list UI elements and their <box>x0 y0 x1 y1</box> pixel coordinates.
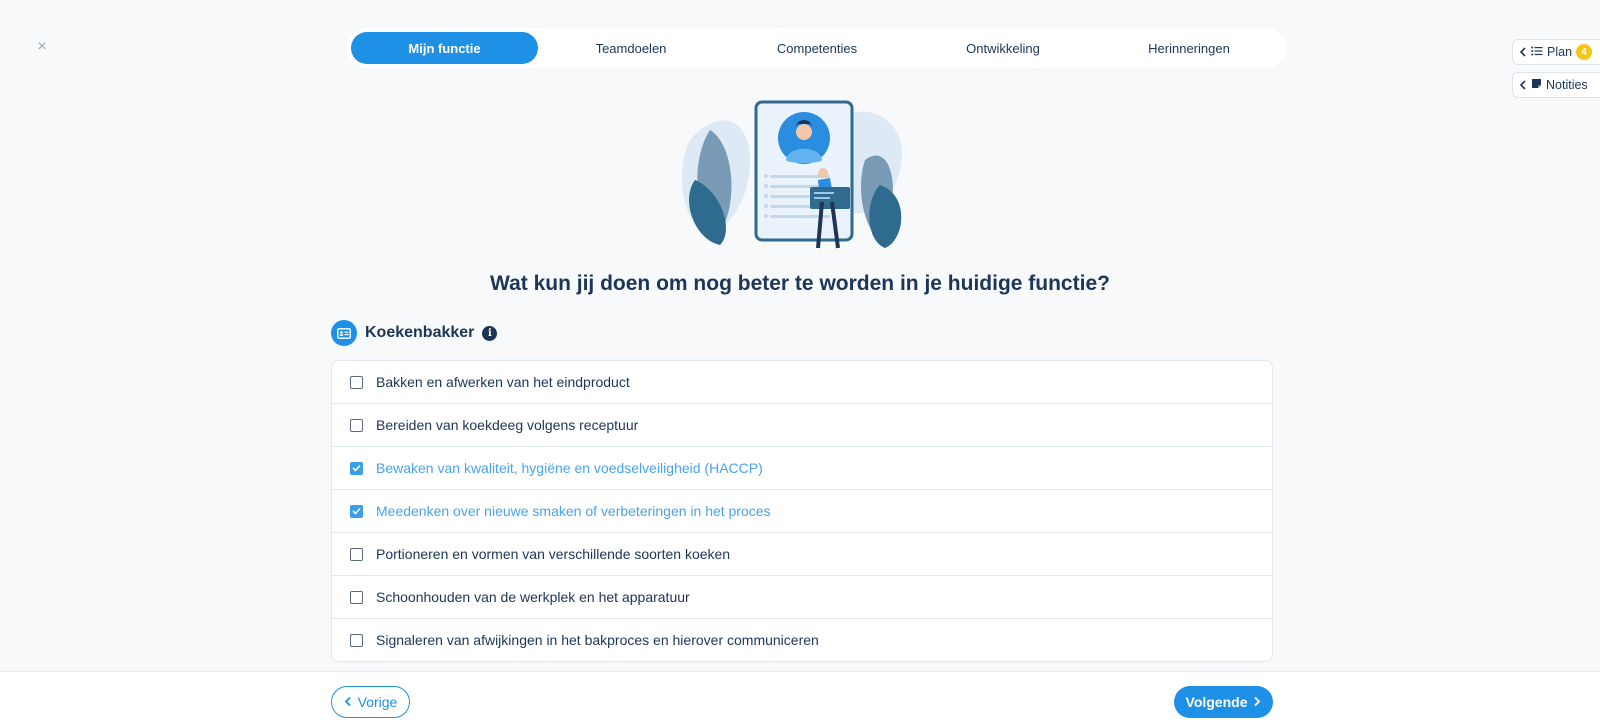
step-tabs: Mijn functie Teamdoelen Competenties Ont… <box>347 28 1286 68</box>
task-item[interactable]: Signaleren van afwijkingen in het bakpro… <box>332 619 1272 661</box>
chevron-left-icon <box>1519 45 1527 60</box>
task-label: Signaleren van afwijkingen in het bakpro… <box>376 632 819 648</box>
task-item[interactable]: Meedenken over nieuwe smaken of verbeter… <box>332 490 1272 533</box>
notes-panel-button[interactable]: Notities <box>1512 72 1600 98</box>
plan-panel-button[interactable]: Plan 4 <box>1512 39 1600 65</box>
tab-herinneringen[interactable]: Herinneringen <box>1096 32 1282 64</box>
plan-label: Plan <box>1547 45 1573 59</box>
previous-button[interactable]: Vorige <box>331 686 410 718</box>
list-icon <box>1531 45 1543 59</box>
job-header: Koekenbakker i <box>331 320 498 346</box>
info-icon[interactable]: i <box>482 325 498 341</box>
notes-label: Notities <box>1546 78 1588 92</box>
task-item[interactable]: Portioneren en vormen van verschillende … <box>332 533 1272 576</box>
next-button[interactable]: Volgende <box>1174 686 1273 718</box>
next-label: Volgende <box>1185 694 1248 710</box>
checkbox[interactable] <box>350 590 363 604</box>
checkbox[interactable] <box>350 547 363 561</box>
task-label: Portioneren en vormen van verschillende … <box>376 546 731 562</box>
task-label: Bereiden van koekdeeg volgens receptuur <box>376 417 639 433</box>
tab-mijn-functie[interactable]: Mijn functie <box>351 32 538 64</box>
tab-competenties[interactable]: Competenties <box>724 32 910 64</box>
chevron-left-icon <box>1519 78 1527 93</box>
task-item[interactable]: Bakken en afwerken van het eindproduct <box>332 361 1272 404</box>
page-question: Wat kun jij doen om nog beter te worden … <box>490 272 1110 295</box>
chevron-right-icon <box>1253 694 1261 710</box>
tab-teamdoelen[interactable]: Teamdoelen <box>538 32 724 64</box>
check-icon <box>352 464 361 472</box>
task-label: Meedenken over nieuwe smaken of verbeter… <box>376 503 771 519</box>
task-item[interactable]: Bewaken van kwaliteit, hygiëne en voedse… <box>332 447 1272 490</box>
task-list: Bakken en afwerken van het eindproduct B… <box>331 360 1273 662</box>
checkbox-checked[interactable] <box>350 461 363 475</box>
id-card-icon <box>331 320 357 346</box>
task-item[interactable]: Schoonhouden van de werkplek en het appa… <box>332 576 1272 619</box>
task-label: Bewaken van kwaliteit, hygiëne en voedse… <box>376 460 763 476</box>
tab-ontwikkeling[interactable]: Ontwikkeling <box>910 32 1096 64</box>
close-button[interactable]: × <box>33 38 51 56</box>
checkbox[interactable] <box>350 375 363 389</box>
check-icon <box>352 507 361 515</box>
plan-count-badge: 4 <box>1576 44 1592 60</box>
task-item[interactable]: Bereiden van koekdeeg volgens receptuur <box>332 404 1272 447</box>
profile-illustration <box>680 100 920 255</box>
checkbox-checked[interactable] <box>350 504 363 518</box>
job-title: Koekenbakker <box>365 324 475 341</box>
note-icon <box>1531 78 1542 92</box>
task-label: Bakken en afwerken van het eindproduct <box>376 374 630 390</box>
checkbox[interactable] <box>350 633 363 647</box>
chevron-left-icon <box>344 694 352 710</box>
task-label: Schoonhouden van de werkplek en het appa… <box>376 589 690 605</box>
checkbox[interactable] <box>350 418 363 432</box>
footer-bar <box>0 671 1600 727</box>
previous-label: Vorige <box>357 694 398 710</box>
